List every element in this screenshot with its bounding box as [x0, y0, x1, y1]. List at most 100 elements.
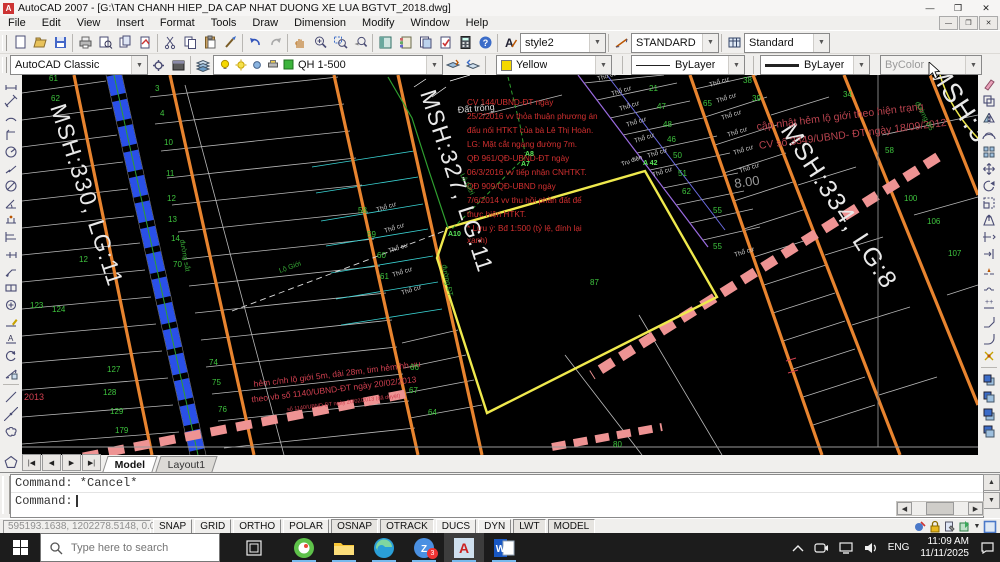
redo-icon[interactable] [265, 33, 285, 53]
dim-style-combo[interactable]: STANDARD ▼ [631, 33, 719, 53]
plot-icon[interactable] [75, 33, 95, 53]
command-hscrollbar[interactable]: ◀ ▶ [896, 501, 984, 516]
sheetset-manager-icon[interactable] [415, 33, 435, 53]
array-icon[interactable] [979, 143, 999, 160]
mirror-icon[interactable] [979, 109, 999, 126]
publish-icon[interactable] [115, 33, 135, 53]
command-scrollbar[interactable]: ▲ ▼ [983, 474, 998, 510]
designcenter-icon[interactable] [375, 33, 395, 53]
menu-dimension[interactable]: Dimension [286, 16, 354, 30]
tab-last-icon[interactable]: ▶| [82, 454, 101, 471]
break-at-point-icon[interactable] [979, 262, 999, 279]
mdi-restore-button[interactable]: ❒ [959, 16, 978, 30]
dim-edit-icon[interactable] [1, 313, 21, 330]
toggle-grid[interactable]: GRID [194, 519, 231, 534]
extend-icon[interactable] [979, 245, 999, 262]
copy-icon[interactable] [180, 33, 200, 53]
clean-screen-button[interactable] [982, 520, 997, 534]
move-icon[interactable] [979, 160, 999, 177]
scroll-left-icon[interactable]: ◀ [897, 502, 912, 515]
cut-icon[interactable] [160, 33, 180, 53]
zoom-previous-icon[interactable] [350, 33, 370, 53]
table-style-combo[interactable]: Standard ▼ [744, 33, 830, 53]
construction-line-icon[interactable] [1, 405, 21, 422]
layer-properties-icon[interactable] [193, 55, 213, 75]
3d-dwf-icon[interactable] [135, 33, 155, 53]
polygon-icon[interactable] [1, 453, 21, 470]
trim-icon[interactable] [979, 228, 999, 245]
menu-draw[interactable]: Draw [244, 16, 286, 30]
linetype-combo[interactable]: ByLayer ▼ [631, 55, 745, 75]
chevron-down-icon[interactable]: ▼ [589, 34, 605, 52]
zoom-realtime-icon[interactable] [310, 33, 330, 53]
color-combo[interactable]: Yellow ▼ [496, 55, 612, 75]
coccoc-icon[interactable] [284, 533, 324, 562]
draw-order-front-icon[interactable] [979, 371, 999, 388]
dim-continue-icon[interactable] [1, 245, 21, 262]
d im-angular-icon[interactable] [1, 194, 21, 211]
layer-combo[interactable]: QH 1-500 ▼ [213, 55, 443, 75]
minimize-button[interactable]: — [916, 1, 944, 16]
toggle-model[interactable]: MODEL [548, 519, 596, 534]
make-object-layer-current-icon[interactable] [443, 55, 463, 75]
tool-palettes-icon[interactable] [395, 33, 415, 53]
tab-layout1[interactable]: Layout1 [156, 456, 219, 472]
dim-ordinate-icon[interactable] [1, 126, 21, 143]
command-prompt-line[interactable]: Command: [11, 493, 983, 510]
paste-icon[interactable] [200, 33, 220, 53]
tab-model[interactable]: Model [102, 456, 158, 472]
language-indicator[interactable]: ENG [883, 533, 915, 562]
mdi-minimize-button[interactable]: — [939, 16, 958, 30]
layer-previous-icon[interactable] [463, 55, 483, 75]
tolerance-icon[interactable] [1, 279, 21, 296]
chevron-down-icon[interactable]: ▼ [131, 56, 147, 74]
file-explorer-icon[interactable] [324, 533, 364, 562]
toggle-lwt[interactable]: LWT [513, 519, 545, 534]
line-icon[interactable] [1, 388, 21, 405]
pan-realtime-icon[interactable] [290, 33, 310, 53]
quick-dimension-icon[interactable] [1, 211, 21, 228]
coordinates-readout[interactable]: 595193.1638, 1202278.5148, 0.0000 [3, 520, 151, 534]
toggle-osnap[interactable]: OSNAP [331, 519, 378, 534]
toolbar-grip[interactable] [2, 35, 7, 51]
draw-order-back-icon[interactable] [979, 388, 999, 405]
menu-file[interactable]: File [0, 16, 34, 30]
text-style-combo[interactable]: style2 ▼ [520, 33, 606, 53]
zalo-icon[interactable]: Z 3 [404, 533, 444, 562]
markup-set-manager-icon[interactable] [435, 33, 455, 53]
help-icon[interactable]: ? [475, 33, 495, 53]
rotate-icon[interactable] [979, 177, 999, 194]
autocad-taskbar-icon[interactable]: A [444, 533, 484, 562]
dim-style-manager-icon[interactable] [1, 364, 21, 381]
standards-icon[interactable] [942, 520, 957, 534]
restore-button[interactable]: ❒ [944, 1, 972, 16]
chevron-down-icon[interactable]: ▼ [813, 34, 829, 52]
menu-format[interactable]: Format [152, 16, 203, 30]
action-center-icon[interactable] [975, 533, 1000, 562]
toggle-ortho[interactable]: ORTHO [233, 519, 281, 534]
qnew-icon[interactable] [10, 33, 30, 53]
word-icon[interactable]: W [484, 533, 524, 562]
close-button[interactable]: ✕ [972, 1, 1000, 16]
taskbar-search[interactable] [40, 533, 220, 562]
toggle-ducs[interactable]: DUCS [436, 519, 476, 534]
chevron-down-icon[interactable]: ▼ [728, 56, 744, 74]
chevron-down-icon[interactable]: ▼ [853, 56, 869, 74]
taskbar-clock[interactable]: 11:09 AM 11/11/2025 [914, 536, 975, 560]
tab-prev-icon[interactable]: ◀ [42, 454, 61, 471]
break-icon[interactable] [979, 279, 999, 296]
menu-edit[interactable]: Edit [34, 16, 69, 30]
menu-window[interactable]: Window [402, 16, 457, 30]
dim-arc-length-icon[interactable] [1, 109, 21, 126]
zoom-window-icon[interactable] [330, 33, 350, 53]
communication-center-icon[interactable] [912, 520, 927, 534]
toggle-otrack[interactable]: OTRACK [380, 519, 434, 534]
quick-leader-icon[interactable] [1, 262, 21, 279]
dim-update-icon[interactable] [1, 347, 21, 364]
tray-expand-icon[interactable] [787, 533, 809, 562]
scroll-thumb[interactable] [926, 502, 954, 515]
toolbar-lock-icon[interactable] [927, 520, 942, 534]
command-text-area[interactable]: Command: *Cancel* Command: [10, 474, 984, 518]
dim-linear-icon[interactable] [1, 75, 21, 92]
plot-preview-icon[interactable] [95, 33, 115, 53]
